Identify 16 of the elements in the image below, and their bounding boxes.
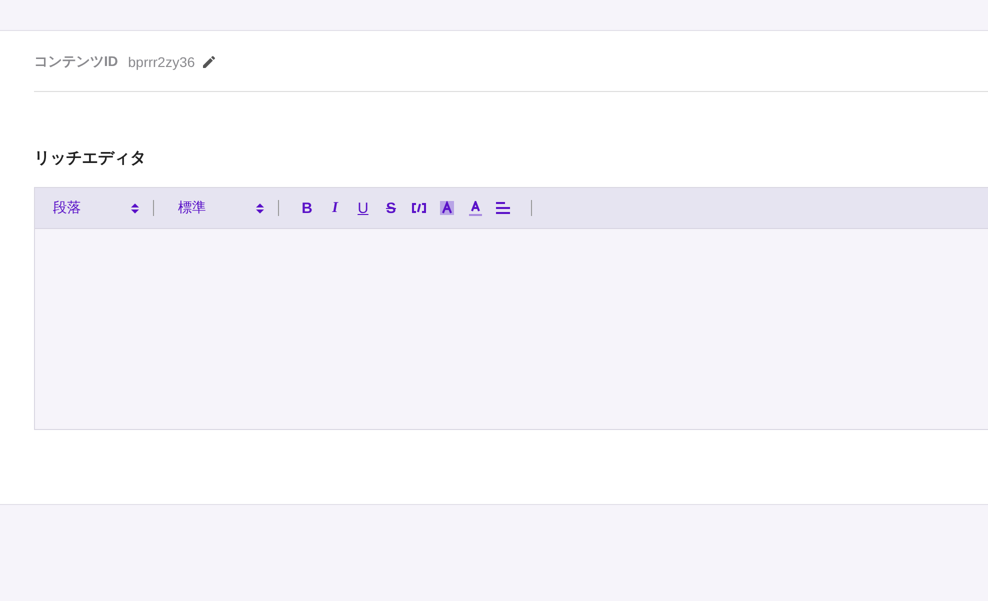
bold-button[interactable]: B xyxy=(293,196,321,220)
content-id-label: コンテンツID xyxy=(34,53,118,71)
sort-caret-icon xyxy=(131,202,139,214)
format-select[interactable]: 標準 xyxy=(168,195,274,221)
pencil-icon[interactable] xyxy=(200,54,217,70)
sort-caret-icon xyxy=(256,202,264,214)
align-left-icon xyxy=(496,202,510,214)
underline-button[interactable]: U xyxy=(349,196,377,220)
italic-button[interactable]: I xyxy=(321,196,349,220)
text-color-icon xyxy=(468,200,482,216)
strikethrough-button[interactable]: S xyxy=(377,196,405,220)
format-select[interactable]: 段落 xyxy=(43,195,149,221)
clear-format-icon xyxy=(440,201,454,215)
field-label: リッチエディタ xyxy=(34,149,147,169)
content-id-value: bprrr2zy36 xyxy=(128,54,195,70)
code-icon xyxy=(412,203,426,213)
